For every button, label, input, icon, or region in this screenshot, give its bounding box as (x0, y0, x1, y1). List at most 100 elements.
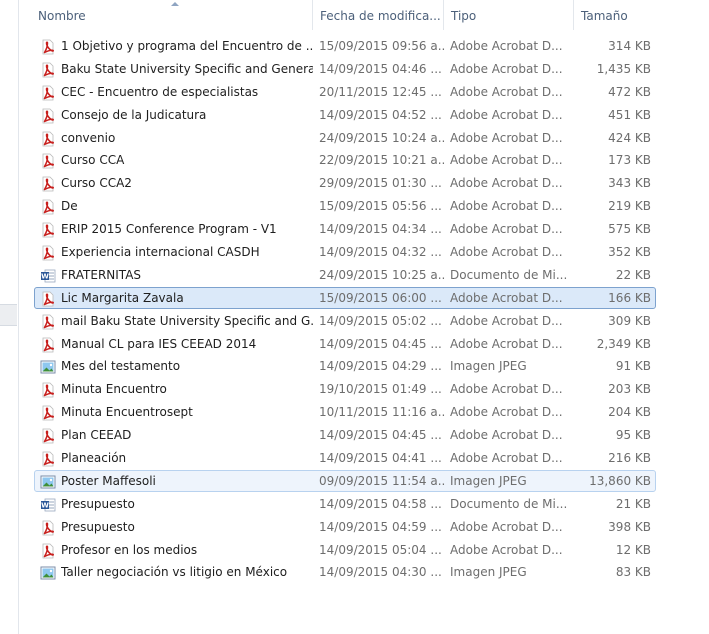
file-date-modified: 14/09/2015 04:46 ... (319, 61, 442, 76)
file-date-modified: 14/09/2015 04:34 ... (319, 222, 442, 237)
file-name: De (61, 199, 78, 214)
file-row[interactable]: Experiencia internacional CASDH 14/09/201… (34, 241, 656, 263)
column-header-size[interactable]: Tamaño (574, 0, 660, 30)
file-row[interactable]: Mes del testamento 14/09/2015 04:29 ... Im… (34, 355, 656, 377)
file-size: 352 KB (608, 245, 651, 260)
jpeg-image-icon (40, 565, 56, 581)
file-type: Adobe Acrobat D... (450, 61, 563, 76)
file-row[interactable]: W FRATERNITAS 24/09/2015 10:25 a... Documen… (34, 264, 656, 286)
file-row[interactable]: 1 Objetivo y programa del Encuentro de .… (34, 35, 656, 57)
file-size: 2,349 KB (596, 336, 651, 351)
file-row[interactable]: convenio 24/09/2015 10:24 a... Adobe Acrob… (34, 127, 656, 149)
navigation-pane-splitter[interactable] (0, 304, 17, 326)
file-name: Plan CEEAD (61, 428, 132, 443)
file-type: Adobe Acrobat D... (450, 153, 563, 168)
file-size: 95 KB (615, 428, 651, 443)
file-row[interactable]: Presupuesto 14/09/2015 04:59 ... Adobe Acr… (34, 516, 656, 538)
file-type: Adobe Acrobat D... (450, 39, 563, 53)
column-header-date-label: Fecha de modifica... (320, 9, 441, 23)
column-header-name[interactable]: Nombre (31, 0, 313, 30)
file-size: 424 KB (608, 130, 651, 145)
file-type: Adobe Acrobat D... (450, 290, 563, 305)
file-row[interactable]: Plan CEEAD 14/09/2015 04:45 ... Adobe Acro… (34, 424, 656, 446)
file-size: 21 KB (615, 496, 651, 511)
file-row[interactable]: Taller negociación vs litigio en México 1… (34, 561, 656, 583)
file-name: 1 Objetivo y programa del Encuentro de .… (61, 39, 313, 53)
file-type: Adobe Acrobat D... (450, 199, 563, 214)
file-date-modified: 22/09/2015 10:21 a... (319, 153, 445, 168)
file-type: Adobe Acrobat D... (450, 428, 563, 443)
pdf-icon (40, 108, 56, 124)
svg-text:W: W (41, 272, 49, 280)
file-row[interactable]: Manual CL para IES CEEAD 2014 14/09/2015 … (34, 333, 656, 355)
file-size: 314 KB (608, 39, 651, 53)
file-row[interactable]: CEC - Encuentro de especialistas 20/11/20… (34, 81, 656, 103)
file-size: 343 KB (608, 176, 651, 191)
jpeg-image-icon (40, 474, 56, 490)
pdf-icon (40, 153, 56, 169)
pdf-icon (40, 405, 56, 421)
file-row[interactable]: mail Baku State University Specific and … (34, 310, 656, 332)
file-size: 203 KB (608, 382, 651, 397)
word-doc-icon: W (40, 497, 56, 513)
file-type: Adobe Acrobat D... (450, 336, 563, 351)
file-name: Presupuesto (61, 496, 135, 511)
file-size: 204 KB (608, 405, 651, 420)
file-row[interactable]: ERIP 2015 Conference Program - V1 14/09/2… (34, 218, 656, 240)
file-row[interactable]: De 15/09/2015 05:56 ... Adobe Acrobat D...… (34, 195, 656, 217)
file-name: Baku State University Specific and Gener… (61, 61, 313, 76)
file-row[interactable]: Curso CCA2 29/09/2015 01:30 ... Adobe Acro… (34, 172, 656, 194)
column-header-bar: Nombre Fecha de modifica... Tipo Tamaño (31, 0, 661, 30)
file-date-modified: 14/09/2015 04:59 ... (319, 519, 442, 534)
file-row[interactable]: Curso CCA 22/09/2015 10:21 a... Adobe Acro… (34, 149, 656, 171)
file-row[interactable]: Poster Maffesoli 09/09/2015 11:54 a... Ima… (34, 469, 656, 492)
word-doc-icon: W (40, 268, 56, 284)
file-date-modified: 09/09/2015 11:54 a... (319, 473, 445, 488)
column-header-name-label: Nombre (38, 9, 86, 23)
file-size: 91 KB (615, 359, 651, 374)
pdf-icon (40, 131, 56, 147)
file-name: Curso CCA (61, 153, 125, 168)
file-date-modified: 14/09/2015 05:04 ... (319, 542, 442, 557)
file-row[interactable]: Minuta Encuentrosept 10/11/2015 11:16 a..… (34, 401, 656, 423)
file-name: Presupuesto (61, 519, 135, 534)
pdf-icon (40, 291, 56, 307)
pdf-icon (40, 520, 56, 536)
file-name: Consejo de la Judicatura (61, 107, 207, 122)
file-name: Manual CL para IES CEEAD 2014 (61, 336, 257, 351)
file-type: Documento de Mi... (450, 267, 568, 282)
file-size: 472 KB (608, 84, 651, 99)
pdf-icon (40, 62, 56, 78)
file-type: Adobe Acrobat D... (450, 130, 563, 145)
file-name: Curso CCA2 (61, 176, 132, 191)
file-date-modified: 14/09/2015 04:29 ... (319, 359, 442, 374)
file-row[interactable]: Consejo de la Judicatura 14/09/2015 04:52… (34, 104, 656, 126)
file-date-modified: 14/09/2015 04:41 ... (319, 451, 442, 466)
file-size: 12 KB (615, 542, 651, 557)
file-list: 1 Objetivo y programa del Encuentro de .… (34, 35, 656, 584)
file-name: FRATERNITAS (61, 267, 142, 282)
file-name: Planeación (61, 451, 127, 466)
file-type: Adobe Acrobat D... (450, 222, 563, 237)
pdf-icon (40, 451, 56, 467)
column-header-date-modified[interactable]: Fecha de modifica... (313, 0, 444, 30)
file-date-modified: 10/11/2015 11:16 a... (319, 405, 445, 420)
file-row[interactable]: Minuta Encuentro 19/10/2015 01:49 ... Adob… (34, 378, 656, 400)
file-row[interactable]: W Presupuesto 14/09/2015 04:58 ... Document… (34, 493, 656, 515)
file-row[interactable]: Baku State University Specific and Gener… (34, 58, 656, 80)
file-date-modified: 29/09/2015 01:30 ... (319, 176, 442, 191)
file-type: Adobe Acrobat D... (450, 313, 563, 328)
file-row[interactable]: Profesor en los medios 14/09/2015 05:04 .… (34, 539, 656, 561)
file-row[interactable]: Planeación 14/09/2015 04:41 ... Adobe Acro… (34, 447, 656, 469)
file-type: Adobe Acrobat D... (450, 542, 563, 557)
file-name: convenio (61, 130, 116, 145)
file-date-modified: 14/09/2015 04:32 ... (319, 245, 442, 260)
file-size: 216 KB (608, 451, 651, 466)
svg-text:W: W (41, 501, 49, 509)
file-name: Minuta Encuentrosept (61, 405, 193, 420)
column-header-type[interactable]: Tipo (444, 0, 574, 30)
file-size: 166 KB (608, 290, 651, 305)
file-date-modified: 24/09/2015 10:25 a... (319, 267, 445, 282)
file-type: Adobe Acrobat D... (450, 451, 563, 466)
file-row[interactable]: Lic Margarita Zavala 15/09/2015 06:00 ...… (34, 286, 656, 309)
